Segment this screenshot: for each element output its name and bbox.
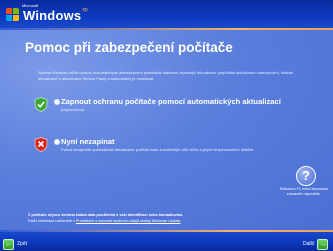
next-button[interactable]: Další → [303, 238, 329, 250]
help-text: Klávesou F1 nebo klepnutím zobrazíte náp… [279, 187, 329, 196]
brand-suffix: xp [82, 7, 88, 13]
back-button[interactable]: ← Zpět [3, 238, 28, 250]
brand-small: Microsoft [22, 3, 39, 8]
windows-logo: Microsoft Windows xp [6, 3, 88, 25]
privacy-note: Z počítače nejsou sbírána žádná data pou… [28, 213, 268, 224]
privacy-prefix: Další informace naleznete v [28, 218, 76, 223]
privacy-suffix: . [180, 218, 182, 223]
intro-text: Systém Windows může pomoci automatickými… [38, 70, 293, 81]
content-area [0, 30, 333, 230]
privacy-link[interactable]: Prohlášení o ochraně osobních údajů služ… [76, 219, 180, 223]
option-not-now-label[interactable]: Nyní nezapínat [61, 137, 115, 146]
next-arrow-icon: → [317, 238, 329, 250]
radio-not-now[interactable] [54, 139, 60, 145]
bottom-band [0, 232, 333, 251]
option-not-now-subtitle: Pokud nezapnete automatické aktualizace,… [61, 147, 255, 152]
option-enable-label[interactable]: Zapnout ochranu počítače pomocí automati… [61, 97, 281, 106]
back-label: Zpět [17, 241, 28, 247]
top-band: Microsoft Windows xp [0, 0, 333, 28]
help-icon[interactable]: ? [296, 166, 316, 186]
next-label: Další [303, 241, 315, 247]
brand-text: Windows [23, 7, 82, 23]
option-enable-subtitle: (doporučeno) [61, 107, 85, 112]
back-arrow-icon: ← [3, 238, 14, 250]
radio-enable-updates[interactable] [54, 99, 60, 105]
shield-x-icon [34, 137, 48, 152]
page-title: Pomoc při zabezpečení počítače [25, 40, 233, 55]
windows-flag-icon [6, 8, 20, 22]
shield-check-icon [34, 97, 48, 112]
